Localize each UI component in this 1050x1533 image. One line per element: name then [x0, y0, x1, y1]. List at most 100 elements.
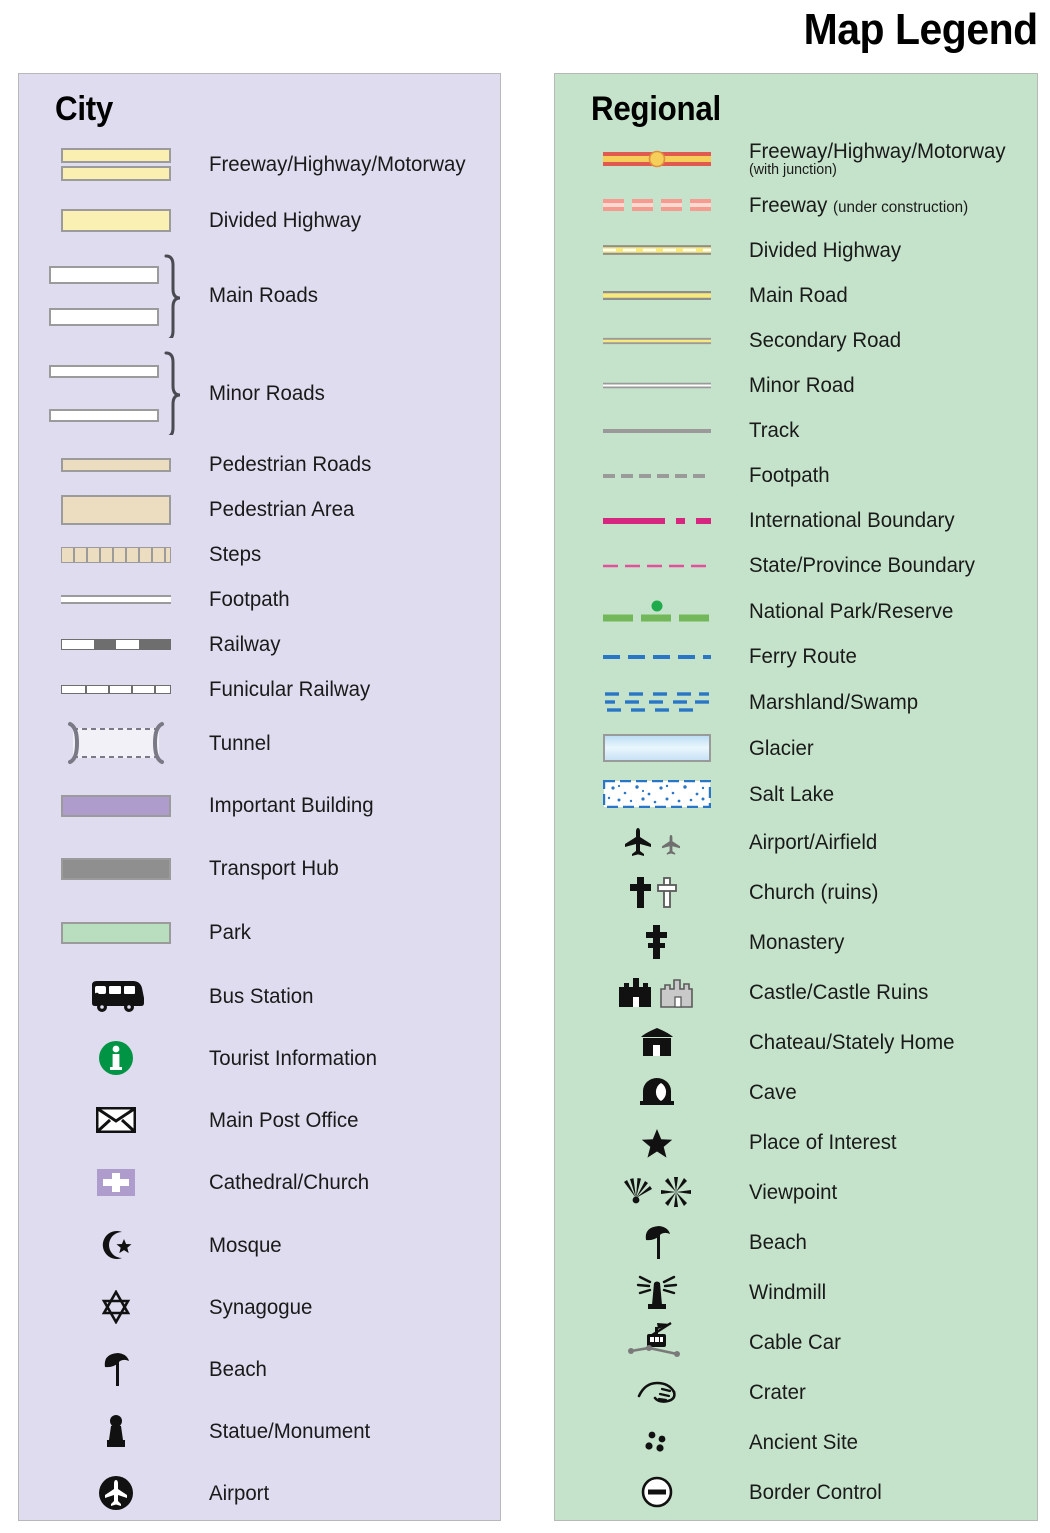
- minor-road-white-line-icon: [577, 381, 737, 390]
- legend-row-regional-ferry: Ferry Route: [555, 634, 1037, 679]
- legend-row-city-beach: Beach: [19, 1338, 500, 1400]
- legend-row-regional-windmill: Windmill: [555, 1267, 1037, 1317]
- legend-label: Beach: [209, 1356, 267, 1381]
- legend-row-city-railway: Railway: [19, 622, 500, 667]
- legend-label: Bus Station: [209, 983, 314, 1008]
- legend-row-regional-international-boundary: International Boundary: [555, 498, 1037, 543]
- legend-row-regional-cave: Cave: [555, 1067, 1037, 1117]
- legend-label: Border Control: [749, 1479, 882, 1504]
- cross-pair-icon: [577, 874, 737, 910]
- legend-label: Statue/Monument: [209, 1418, 371, 1443]
- legend-label: Viewpoint: [749, 1179, 838, 1204]
- legend-row-regional-ancient-site: Ancient Site: [555, 1417, 1037, 1467]
- legend-row-city-funicular: Funicular Railway: [19, 667, 500, 712]
- legend-row-city-post-office: Main Post Office: [19, 1089, 500, 1151]
- city-legend-panel: City Freeway/Highway/Motorway Divided Hi…: [18, 73, 501, 1521]
- legend-row-city-bus-station: Bus Station: [19, 965, 500, 1027]
- legend-label: Cave: [749, 1079, 797, 1104]
- cable-car-icon: [577, 1321, 737, 1363]
- international-boundary-magenta-dashdot-icon: [577, 516, 737, 526]
- freeway-junction-red-line-icon: [577, 148, 737, 170]
- important-building-purple-block-icon: [41, 794, 191, 817]
- tunnel-bracket-dashed-icon: [41, 720, 191, 766]
- legend-label: National Park/Reserve: [749, 598, 954, 623]
- legend-row-regional-viewpoint: Viewpoint: [555, 1167, 1037, 1217]
- cave-icon: [577, 1075, 737, 1109]
- legend-label: Footpath: [749, 463, 830, 488]
- castle-pair-icon: [577, 975, 737, 1009]
- freeway-double-yellow-bar-icon: [41, 147, 191, 181]
- page-title: Map Legend: [803, 5, 1039, 54]
- legend-row-city-park: Park: [19, 900, 500, 965]
- double-cross-icon: [577, 923, 737, 961]
- city-rows: Freeway/Highway/Motorway Divided Highway: [19, 135, 500, 1524]
- legend-label: Monastery: [749, 929, 845, 954]
- main-road-yellow-line-icon: [577, 289, 737, 302]
- legend-label-main: Freeway/Highway/Motorway: [749, 138, 1006, 163]
- footpath-gray-dashed-line-icon: [577, 472, 737, 480]
- legend-label: Cable Car: [749, 1329, 841, 1354]
- legend-label: Airport/Airfield: [749, 829, 878, 854]
- legend-label: Secondary Road: [749, 328, 902, 353]
- chateau-icon: [577, 1026, 737, 1058]
- track-gray-line-icon: [577, 427, 737, 435]
- legend-row-regional-glacier: Glacier: [555, 725, 1037, 771]
- legend-label: Ferry Route: [749, 644, 857, 669]
- legend-row-regional-castle: Castle/Castle Ruins: [555, 967, 1037, 1017]
- legend-label: State/Province Boundary: [749, 553, 975, 578]
- windmill-icon: [577, 1273, 737, 1311]
- legend-label: Steps: [209, 542, 262, 567]
- ferry-route-blue-dashed-icon: [577, 653, 737, 661]
- main-roads-white-bars-brace-icon: [41, 254, 191, 338]
- legend-row-regional-airport: Airport/Airfield: [555, 817, 1037, 867]
- legend-row-regional-divided-highway: Divided Highway: [555, 227, 1037, 273]
- legend-row-city-pedestrian-roads: Pedestrian Roads: [19, 442, 500, 487]
- legend-row-city-steps: Steps: [19, 532, 500, 577]
- legend-label: International Boundary: [749, 508, 955, 533]
- funicular-ticked-line-icon: [41, 685, 191, 694]
- bus-icon: [41, 979, 191, 1013]
- legend-label: Park: [209, 920, 252, 945]
- legend-label: Marshland/Swamp: [749, 689, 919, 714]
- legend-label: Funicular Railway: [209, 677, 371, 702]
- parasol-icon: [41, 1350, 191, 1388]
- legend-label: Cathedral/Church: [209, 1170, 370, 1195]
- border-control-icon: [577, 1475, 737, 1509]
- legend-label: Tourist Information: [209, 1045, 378, 1070]
- legend-row-regional-track: Track: [555, 408, 1037, 453]
- legend-label: Tunnel: [209, 730, 271, 755]
- legend-row-regional-marshland: Marshland/Swamp: [555, 679, 1037, 725]
- legend-label: Freeway/Highway/Motorway: [209, 151, 466, 176]
- legend-row-regional-beach: Beach: [555, 1217, 1037, 1267]
- curly-brace-icon: [164, 351, 181, 435]
- envelope-icon: [41, 1107, 191, 1133]
- legend-row-regional-border-control: Border Control: [555, 1467, 1037, 1517]
- legend-label: Main Post Office: [209, 1107, 359, 1132]
- legend-label: Footpath: [209, 587, 290, 612]
- star-icon: [577, 1126, 737, 1158]
- legend-label: Glacier: [749, 735, 814, 760]
- legend-label: Pedestrian Roads: [209, 452, 372, 477]
- information-icon: [41, 1039, 191, 1077]
- legend-row-regional-freeway-construction: Freeway (under construction): [555, 183, 1037, 227]
- legend-row-regional-minor-road: Minor Road: [555, 363, 1037, 408]
- legend-row-city-mosque: Mosque: [19, 1214, 500, 1276]
- steps-hatched-bar-icon: [41, 546, 191, 563]
- legend-label: Main Roads: [209, 283, 318, 308]
- viewpoint-pair-icon: [577, 1176, 737, 1208]
- legend-row-city-statue: Statue/Monument: [19, 1400, 500, 1462]
- legend-label: Divided Highway: [209, 207, 362, 232]
- legend-row-city-divided-highway: Divided Highway: [19, 193, 500, 247]
- pedestrian-road-tan-bar-icon: [41, 457, 191, 472]
- legend-row-regional-national-park: National Park/Reserve: [555, 588, 1037, 634]
- parasol-icon: [577, 1223, 737, 1261]
- railway-dashed-line-icon: [41, 639, 191, 650]
- legend-row-regional-footpath: Footpath: [555, 453, 1037, 498]
- legend-row-regional-freeway: Freeway/Highway/Motorway (with junction): [555, 135, 1037, 183]
- legend-label-sub: (with junction): [749, 161, 837, 179]
- legend-row-city-minor-roads: Minor Roads: [19, 344, 500, 442]
- curly-brace-icon: [164, 254, 181, 338]
- divided-highway-dashed-yellow-line-icon: [577, 243, 737, 257]
- legend-row-city-important-building: Important Building: [19, 774, 500, 837]
- legend-row-regional-crater: Crater: [555, 1367, 1037, 1417]
